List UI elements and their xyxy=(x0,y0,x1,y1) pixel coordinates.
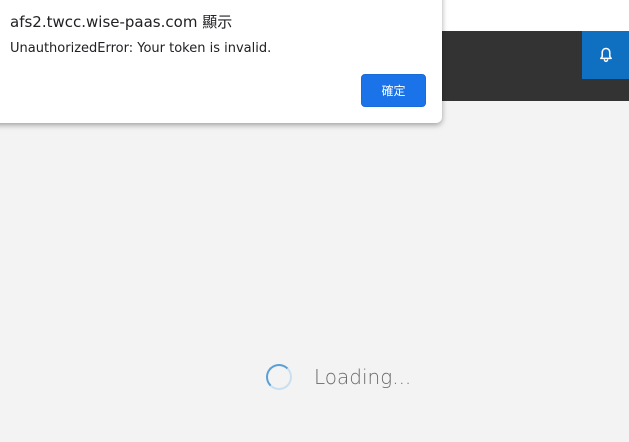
notifications-button[interactable] xyxy=(582,31,629,79)
loading-text: Loading... xyxy=(314,365,412,389)
alert-dialog: afs2.twcc.wise-paas.com 顯示 UnauthorizedE… xyxy=(0,0,442,123)
dialog-message: UnauthorizedError: Your token is invalid… xyxy=(10,41,272,56)
dialog-title: afs2.twcc.wise-paas.com 顯示 xyxy=(10,13,233,31)
spinner-icon xyxy=(266,364,292,390)
bell-icon xyxy=(599,47,612,63)
loading-indicator: Loading... xyxy=(266,364,411,390)
ok-button[interactable]: 確定 xyxy=(361,74,426,107)
page: Loading... afs2.twcc.wise-paas.com 顯示 Un… xyxy=(0,0,629,442)
